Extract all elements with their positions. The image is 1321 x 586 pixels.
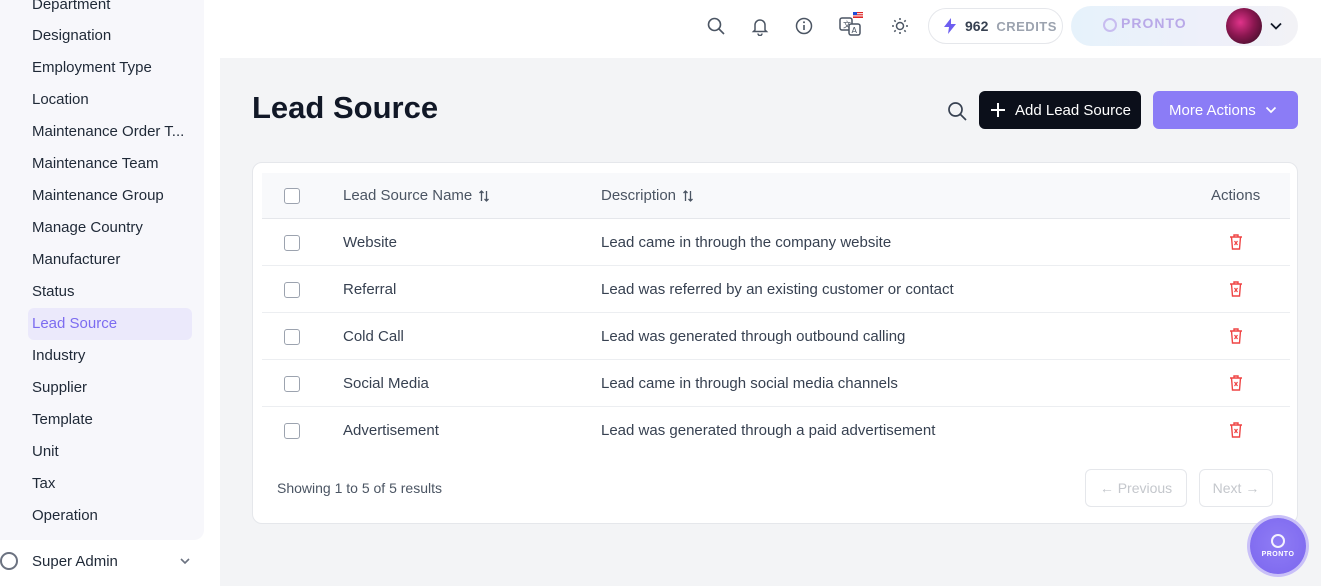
table-row: Website Lead came in through the company… — [262, 219, 1290, 266]
lightning-icon — [944, 18, 956, 34]
row-description: Lead was referred by an existing custome… — [601, 281, 954, 298]
fab-label: PRONTO — [1261, 551, 1295, 558]
row-checkbox[interactable] — [284, 235, 300, 251]
column-header-description[interactable]: Description — [601, 187, 694, 204]
table-header: Lead Source Name Description Actions — [262, 173, 1290, 219]
table-search-icon[interactable] — [946, 100, 968, 122]
table-row: Cold Call Lead was generated through out… — [262, 313, 1290, 360]
table-row: Social Media Lead came in through social… — [262, 360, 1290, 407]
row-name: Advertisement — [343, 422, 439, 439]
delete-icon[interactable] — [1228, 374, 1244, 392]
translate-icon[interactable]: 文 A — [838, 12, 864, 38]
row-name: Website — [343, 234, 397, 251]
sidebar-item-employment-type[interactable]: Employment Type — [28, 52, 192, 84]
chevron-down-icon — [180, 558, 190, 565]
sidebar-item-status[interactable]: Status — [28, 276, 192, 308]
row-checkbox[interactable] — [284, 282, 300, 298]
pronto-brand-logo: PRONTO — [1121, 15, 1187, 31]
chevron-down-icon[interactable] — [1269, 19, 1283, 33]
sidebar: Department Designation Employment Type L… — [0, 0, 220, 586]
row-name: Cold Call — [343, 328, 404, 345]
sidebar-item-operation[interactable]: Operation — [28, 500, 192, 532]
pronto-logo-mark — [1103, 18, 1117, 32]
sort-icon[interactable] — [478, 189, 490, 203]
sidebar-item-maintenance-order-type[interactable]: Maintenance Order T... — [28, 116, 192, 148]
next-page-button[interactable]: Next → — [1199, 469, 1273, 507]
row-name: Social Media — [343, 375, 429, 392]
sidebar-nav: Department Designation Employment Type L… — [0, 0, 204, 540]
sidebar-item-unit[interactable]: Unit — [28, 436, 192, 468]
row-checkbox[interactable] — [284, 423, 300, 439]
avatar[interactable] — [1226, 8, 1262, 44]
super-admin-menu[interactable]: Super Admin — [0, 545, 204, 577]
chevron-down-icon — [1265, 106, 1276, 114]
column-header-description-label: Description — [601, 187, 677, 204]
select-all-checkbox[interactable] — [284, 188, 300, 204]
sidebar-item-template[interactable]: Template — [28, 404, 192, 436]
delete-icon[interactable] — [1228, 327, 1244, 345]
column-header-actions: Actions — [1211, 187, 1261, 204]
credits-label: CREDITS — [996, 18, 1057, 34]
row-checkbox[interactable] — [284, 329, 300, 345]
info-icon[interactable] — [794, 16, 814, 36]
sidebar-item-manufacturer[interactable]: Manufacturer — [28, 244, 192, 276]
row-name: Referral — [343, 281, 397, 298]
pronto-logo-mark — [1271, 534, 1285, 548]
bell-icon[interactable] — [750, 16, 770, 36]
sidebar-item-maintenance-team[interactable]: Maintenance Team — [28, 148, 192, 180]
sidebar-item-supplier[interactable]: Supplier — [28, 372, 192, 404]
add-lead-source-label: Add Lead Source — [1015, 101, 1131, 119]
row-description: Lead came in through the company website — [601, 234, 892, 251]
table-row: Advertisement Lead was generated through… — [262, 407, 1290, 454]
super-admin-label: Super Admin — [32, 552, 118, 570]
sidebar-item-department[interactable]: Department — [28, 0, 192, 21]
add-lead-source-button[interactable]: Add Lead Source — [979, 91, 1141, 129]
svg-text:A: A — [852, 26, 858, 35]
search-icon[interactable] — [706, 16, 726, 36]
credits-value: 962 — [965, 18, 989, 34]
row-description: Lead came in through social media channe… — [601, 375, 898, 392]
plus-icon — [991, 103, 1005, 117]
sidebar-item-manage-country[interactable]: Manage Country — [28, 212, 192, 244]
column-header-name-label: Lead Source Name — [343, 187, 473, 204]
row-description: Lead was generated through a paid advert… — [601, 422, 936, 439]
page-title: Lead Source — [252, 90, 439, 125]
sort-icon[interactable] — [682, 189, 694, 203]
more-actions-label: More Actions — [1169, 101, 1256, 119]
admin-shield-icon — [0, 552, 18, 570]
column-header-name[interactable]: Lead Source Name — [343, 187, 490, 204]
table-row: Referral Lead was referred by an existin… — [262, 266, 1290, 313]
sidebar-item-maintenance-group[interactable]: Maintenance Group — [28, 180, 192, 212]
delete-icon[interactable] — [1228, 421, 1244, 439]
pagination-summary: Showing 1 to 5 of 5 results — [277, 480, 442, 496]
row-description: Lead was generated through outbound call… — [601, 328, 906, 345]
lead-source-table-card: Lead Source Name Description Actions Web… — [252, 162, 1298, 524]
profile-menu[interactable]: PRONTO — [1071, 6, 1298, 46]
row-checkbox[interactable] — [284, 376, 300, 392]
previous-page-button[interactable]: ← Previous — [1085, 469, 1187, 507]
delete-icon[interactable] — [1228, 280, 1244, 298]
sidebar-item-lead-source[interactable]: Lead Source — [28, 308, 192, 340]
sidebar-item-tax[interactable]: Tax — [28, 468, 192, 500]
sidebar-item-location[interactable]: Location — [28, 84, 192, 116]
sun-icon[interactable] — [890, 16, 910, 36]
assistant-fab-button[interactable]: PRONTO — [1250, 518, 1306, 574]
more-actions-button[interactable]: More Actions — [1153, 91, 1298, 129]
sidebar-item-designation[interactable]: Designation — [28, 20, 192, 52]
sidebar-item-industry[interactable]: Industry — [28, 340, 192, 372]
credits-badge[interactable]: 962 CREDITS — [928, 8, 1063, 44]
delete-icon[interactable] — [1228, 233, 1244, 251]
